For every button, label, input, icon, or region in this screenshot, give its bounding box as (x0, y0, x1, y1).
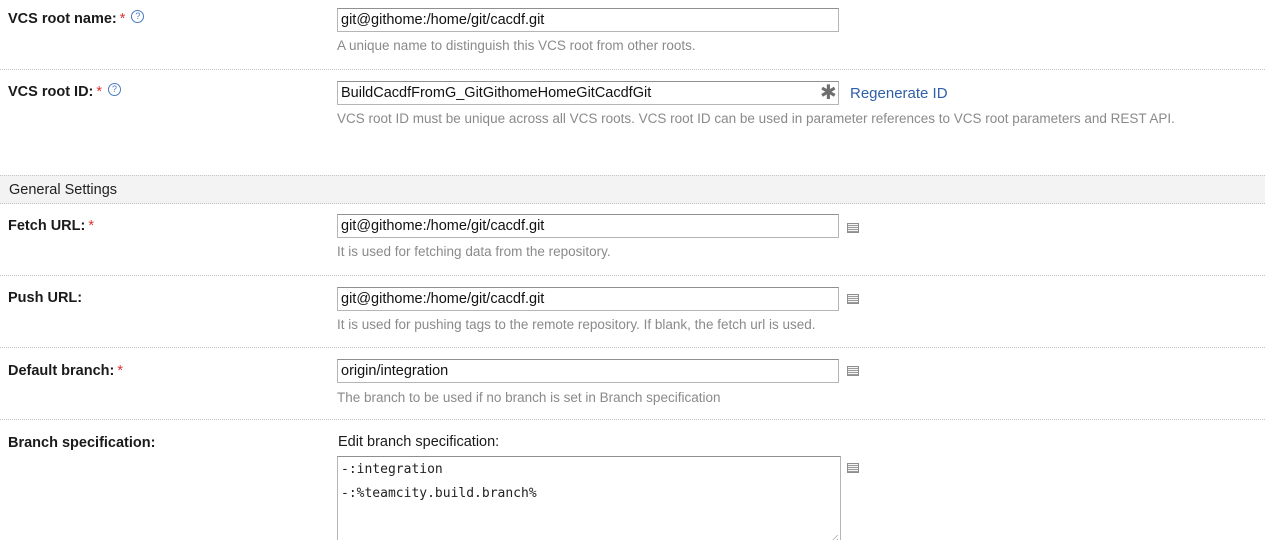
help-icon[interactable]: ? (108, 83, 122, 96)
vcs-root-id-label: VCS root ID: *? (8, 83, 122, 100)
vcs-root-name-input[interactable]: git@githome:/home/git/cacdf.git (337, 8, 839, 32)
branch-specification-textarea[interactable]: -:integration -:%teamcity.build.branch% (337, 456, 841, 540)
default-branch-input[interactable]: origin/integration (337, 359, 839, 383)
general-settings-header: General Settings (0, 175, 1265, 204)
branch-spec-line: -:%teamcity.build.branch% (341, 486, 537, 501)
regenerate-id-link[interactable]: Regenerate ID (850, 85, 948, 102)
row-fetch-url: Fetch URL: * git@githome:/home/git/cacdf.… (0, 204, 1265, 276)
vcs-root-settings-form: VCS root name: *? git@githome:/home/git/c… (0, 0, 1273, 540)
vcs-root-id-note: VCS root ID must be unique across all VC… (337, 111, 1175, 126)
help-icon[interactable]: ? (131, 10, 145, 23)
parameter-list-icon[interactable] (847, 223, 859, 233)
default-branch-label: Default branch: * (8, 363, 123, 379)
push-url-label: Push URL: (8, 290, 83, 306)
parameter-list-icon[interactable] (847, 463, 859, 473)
required-marker: * (119, 11, 126, 27)
vcs-root-name-value: git@githome:/home/git/cacdf.git (341, 12, 545, 28)
general-settings-title: General Settings (9, 182, 118, 198)
required-marker: * (117, 363, 123, 379)
fetch-url-value: git@githome:/home/git/cacdf.git (341, 218, 545, 234)
branch-specification-label: Branch specification: (8, 435, 156, 451)
push-url-value: git@githome:/home/git/cacdf.git (341, 291, 545, 307)
fetch-url-input[interactable]: git@githome:/home/git/cacdf.git (337, 214, 839, 238)
vcs-root-id-value: BuildCacdfFromG_GitGithomeHomeGitCacdfGi… (341, 85, 652, 101)
fetch-url-note: It is used for fetching data from the re… (337, 244, 611, 259)
row-push-url: Push URL: git@githome:/home/git/cacdf.gi… (0, 276, 1265, 348)
push-url-input[interactable]: git@githome:/home/git/cacdf.git (337, 287, 839, 311)
row-default-branch: Default branch: * origin/integration The … (0, 348, 1265, 420)
branch-spec-line: -:integration (341, 462, 443, 477)
resize-grip-icon[interactable] (830, 535, 838, 540)
push-url-note: It is used for pushing tags to the remot… (337, 317, 816, 332)
parameter-list-icon[interactable] (847, 366, 859, 376)
vcs-root-id-input[interactable]: BuildCacdfFromG_GitGithomeHomeGitCacdfGi… (337, 81, 839, 105)
asterisk-icon: ✱ (820, 82, 837, 104)
row-vcs-root-name: VCS root name: *? git@githome:/home/git/c… (0, 0, 1265, 70)
required-marker: * (96, 84, 103, 100)
default-branch-value: origin/integration (341, 363, 449, 379)
fetch-url-label: Fetch URL: * (8, 218, 94, 234)
row-vcs-root-id: VCS root ID: *? BuildCacdfFromG_GitGithom… (0, 70, 1265, 174)
edit-branch-specification-label: Edit branch specification: (338, 434, 500, 450)
parameter-list-icon[interactable] (847, 294, 859, 304)
vcs-root-name-note: A unique name to distinguish this VCS ro… (337, 38, 696, 53)
vcs-root-name-label: VCS root name: *? (8, 10, 145, 27)
default-branch-note: The branch to be used if no branch is se… (337, 390, 721, 405)
required-marker: * (88, 218, 94, 234)
